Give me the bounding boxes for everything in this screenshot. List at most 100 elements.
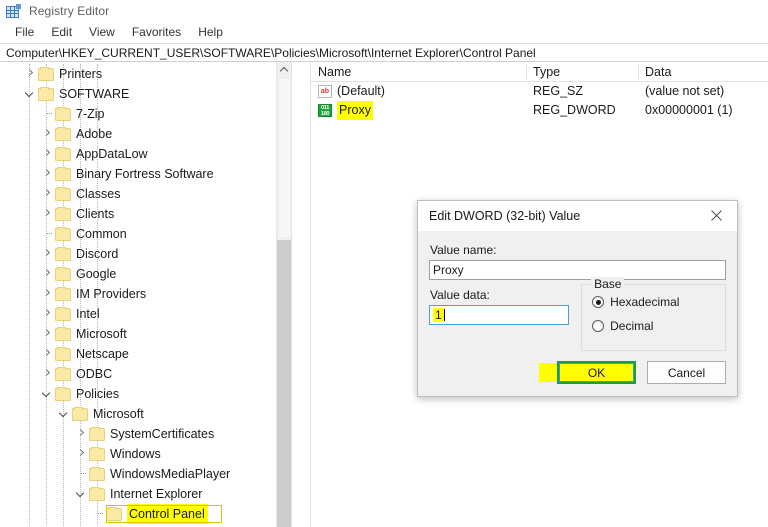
tree-guide-icon: [39, 104, 55, 124]
folder-icon: [38, 66, 54, 81]
tree-item-intel[interactable]: Intel: [0, 304, 291, 324]
chevron-down-icon[interactable]: [22, 84, 38, 104]
tree-item-7-zip[interactable]: 7-Zip: [0, 104, 291, 124]
tree-item-netscape[interactable]: Netscape: [0, 344, 291, 364]
menu-bar: File Edit View Favorites Help: [0, 22, 768, 42]
folder-icon: [38, 86, 54, 101]
chevron-right-icon[interactable]: [39, 284, 55, 304]
column-header-data[interactable]: Data: [638, 62, 768, 82]
chevron-right-icon[interactable]: [39, 164, 55, 184]
chevron-right-icon[interactable]: [73, 444, 89, 464]
folder-icon: [55, 226, 71, 241]
tree-item-label: Policies: [76, 387, 120, 401]
chevron-down-icon[interactable]: [56, 404, 72, 424]
dword-value-icon: 011 100: [318, 104, 332, 117]
tree-item-appdatalow[interactable]: AppDataLow: [0, 144, 291, 164]
chevron-right-icon[interactable]: [39, 344, 55, 364]
tree-item-discord[interactable]: Discord: [0, 244, 291, 264]
chevron-right-icon[interactable]: [39, 264, 55, 284]
value-name-input[interactable]: Proxy: [429, 260, 726, 280]
tree-guide-icon: [73, 464, 89, 484]
folder-icon: [89, 486, 105, 501]
text-caret: [443, 309, 445, 321]
tree-item-label: ODBC: [76, 367, 113, 381]
tree-item-policies[interactable]: Policies: [0, 384, 291, 404]
dialog-button-row: OK Cancel: [539, 361, 726, 384]
cancel-button[interactable]: Cancel: [647, 361, 726, 384]
scrollbar-thumb[interactable]: [278, 78, 291, 238]
column-header-type[interactable]: Type: [526, 62, 638, 82]
tree-item-printers[interactable]: Printers: [0, 64, 291, 84]
tree-item-label: AppDataLow: [76, 147, 148, 161]
value-name-text: Proxy: [337, 101, 373, 120]
chevron-down-icon[interactable]: [73, 484, 89, 504]
ok-button[interactable]: OK: [557, 361, 636, 384]
edit-dword-dialog: Edit DWORD (32-bit) Value Value name: Pr…: [417, 200, 738, 397]
registry-tree-pane: Printers SOFTWARE 7-Zip Adobe AppDataLow Bina…: [0, 62, 292, 527]
tree-item-classes[interactable]: Classes: [0, 184, 291, 204]
chevron-right-icon[interactable]: [39, 144, 55, 164]
pane-splitter[interactable]: [303, 62, 310, 527]
value-name-text: (Default): [337, 84, 385, 98]
tree-item-common[interactable]: Common: [0, 224, 291, 244]
menu-item-edit[interactable]: Edit: [43, 24, 81, 41]
tree-item-label: Microsoft: [76, 327, 127, 341]
menu-item-favorites[interactable]: Favorites: [124, 24, 190, 41]
chevron-right-icon[interactable]: [39, 124, 55, 144]
tree-item-label: Common: [76, 227, 127, 241]
folder-icon: [72, 406, 88, 421]
column-header-name[interactable]: Name: [311, 62, 526, 82]
tree-item-internet-explorer[interactable]: Internet Explorer: [0, 484, 291, 504]
chevron-right-icon[interactable]: [39, 304, 55, 324]
tree-item-im-providers[interactable]: IM Providers: [0, 284, 291, 304]
tree-item-adobe[interactable]: Adobe: [0, 124, 291, 144]
value-type-cell: REG_SZ: [533, 84, 584, 98]
tree-item-software[interactable]: SOFTWARE: [0, 84, 291, 104]
tree-item-systemcertificates[interactable]: SystemCertificates: [0, 424, 291, 444]
folder-icon: [55, 306, 71, 321]
tree-item-label: Adobe: [76, 127, 113, 141]
tree-item-clients[interactable]: Clients: [0, 204, 291, 224]
chevron-right-icon[interactable]: [39, 364, 55, 384]
tree-item-windowsmediaplayer[interactable]: WindowsMediaPlayer: [0, 464, 291, 484]
scrollbar-track[interactable]: [277, 240, 291, 527]
scroll-up-icon[interactable]: [277, 62, 291, 77]
tree-guide-icon: [90, 504, 106, 524]
tree-item-google[interactable]: Google: [0, 264, 291, 284]
tree-item-odbc[interactable]: ODBC: [0, 364, 291, 384]
tree-item-microsoft[interactable]: Microsoft: [0, 404, 291, 424]
chevron-right-icon[interactable]: [39, 324, 55, 344]
chevron-right-icon[interactable]: [39, 204, 55, 224]
chevron-right-icon[interactable]: [73, 424, 89, 444]
chevron-right-icon[interactable]: [39, 184, 55, 204]
tree-item-label: Control Panel: [127, 504, 208, 524]
menu-item-view[interactable]: View: [81, 24, 124, 41]
address-bar[interactable]: Computer\HKEY_CURRENT_USER\SOFTWARE\Poli…: [0, 43, 768, 62]
close-icon[interactable]: [695, 201, 737, 230]
registry-editor-icon: [6, 4, 21, 18]
tree-item-binary-fortress-software[interactable]: Binary Fortress Software: [0, 164, 291, 184]
tree-item-control-panel[interactable]: Control Panel: [0, 504, 291, 524]
folder-icon: [55, 266, 71, 281]
tree-item-label: Google: [76, 267, 117, 281]
table-row[interactable]: ab (Default) REG_SZ (value not set): [311, 82, 768, 101]
tree-item-windows[interactable]: Windows: [0, 444, 291, 464]
menu-item-file[interactable]: File: [7, 24, 43, 41]
chevron-down-icon[interactable]: [39, 384, 55, 404]
dialog-body: Value name: Proxy Value data: 1 Base Hex…: [418, 231, 737, 351]
value-data-cell: (value not set): [645, 84, 725, 98]
radio-hexadecimal[interactable]: Hexadecimal: [592, 295, 715, 309]
table-row[interactable]: 011 100 Proxy REG_DWORD 0x00000001 (1): [311, 101, 768, 120]
tree-scrollbar[interactable]: [276, 62, 291, 527]
value-type-cell: REG_DWORD: [533, 103, 616, 117]
value-name-cell[interactable]: ab (Default): [318, 82, 385, 101]
chevron-right-icon[interactable]: [39, 244, 55, 264]
menu-item-help[interactable]: Help: [190, 24, 232, 41]
value-data-input[interactable]: 1: [429, 305, 570, 325]
radio-decimal[interactable]: Decimal: [592, 319, 715, 333]
tree-item-microsoft[interactable]: Microsoft: [0, 324, 291, 344]
value-name-label: Value name:: [430, 243, 497, 257]
folder-icon: [55, 366, 71, 381]
value-name-cell[interactable]: 011 100 Proxy: [318, 101, 373, 120]
chevron-right-icon[interactable]: [22, 64, 38, 84]
